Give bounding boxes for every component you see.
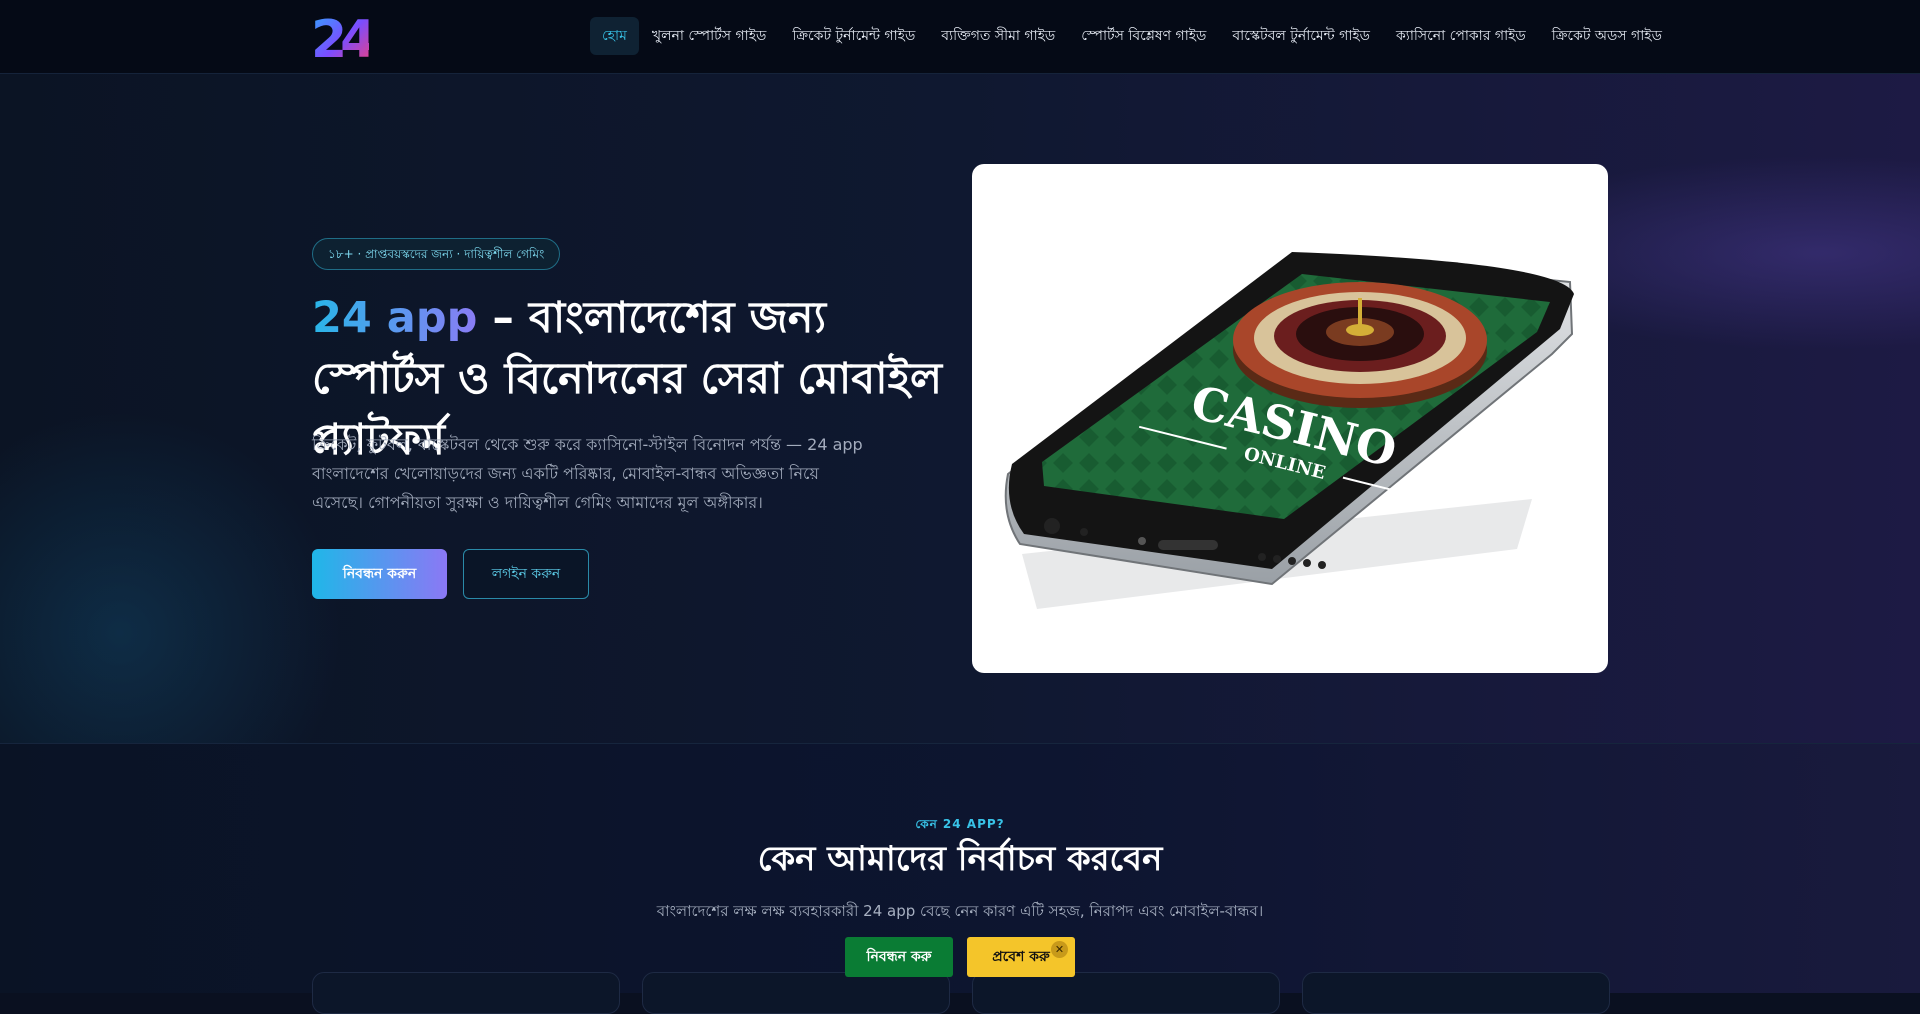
hero-description: ক্রিকেট, ফুটবল, বাস্কেটবল থেকে শুরু করে … [312, 435, 863, 512]
logo-text: 24 [311, 13, 369, 59]
nav-item-khulna-sports-guide[interactable]: খুলনা স্পোর্টস গাইড [639, 17, 779, 55]
feature-card [1302, 972, 1610, 1014]
hero-section: ১৮+ · প্রাপ্তবয়স্কদের জন্য · দায়িত্বশী… [0, 73, 1920, 744]
nav-item-cricket-tournament-guide[interactable]: ক্রিকেট টুর্নামেন্ট গাইড [779, 17, 928, 55]
nav-item-sports-analysis-guide[interactable]: স্পোর্টস বিশ্লেষণ গাইড [1068, 17, 1219, 55]
brand-logo[interactable]: 24 [311, 13, 369, 59]
feature-card [642, 972, 950, 1014]
phone-roulette-illustration: CASINO ONLINE [1004, 252, 1574, 609]
main-nav: হোম খুলনা স্পোর্টস গাইড ক্রিকেট টুর্নামে… [590, 17, 1675, 55]
nav-item-basketball-tournament-guide[interactable]: বাস্কেটবল টুর্নামেন্ট গাইড [1219, 17, 1383, 55]
feature-card [312, 972, 620, 1014]
register-button[interactable]: নিবন্ধন করুন [312, 549, 447, 599]
login-button[interactable]: লগইন করুন [463, 549, 589, 599]
why-choose-section: কেন 24 APP? কেন আমাদের নির্বাচন করবেন বা… [0, 744, 1920, 1014]
nav-item-cricket-odds-guide[interactable]: ক্রিকেট অডস গাইড [1539, 17, 1675, 55]
site-header: 24 হোম খুলনা স্পোর্টস গাইড ক্রিকেট টুর্ন… [0, 0, 1920, 74]
nav-item-home[interactable]: হোম [590, 17, 639, 55]
nav-item-personal-limits-guide[interactable]: ব্যক্তিগত সীমা গাইড [928, 17, 1068, 55]
section-title: কেন আমাদের নির্বাচন করবেন [757, 839, 1163, 879]
close-icon[interactable]: ✕ [1051, 941, 1068, 958]
feature-card [972, 972, 1280, 1014]
nav-item-casino-poker-guide[interactable]: ক্যাসিনো পোকার গাইড [1383, 17, 1539, 55]
sticky-register-button[interactable]: নিবন্ধন করু [845, 937, 953, 977]
hero-casino-image: CASINO ONLINE [972, 164, 1608, 673]
section-kicker: কেন 24 APP? [915, 817, 1005, 831]
age-badge: ১৮+ · প্রাপ্তবয়স্কদের জন্য · দায়িত্বশী… [312, 238, 561, 270]
section-subtitle: বাংলাদেশের লক্ষ লক্ষ ব্যবহারকারী 24 app … [656, 902, 1264, 920]
hero-title-brand: 24 app [312, 293, 478, 343]
